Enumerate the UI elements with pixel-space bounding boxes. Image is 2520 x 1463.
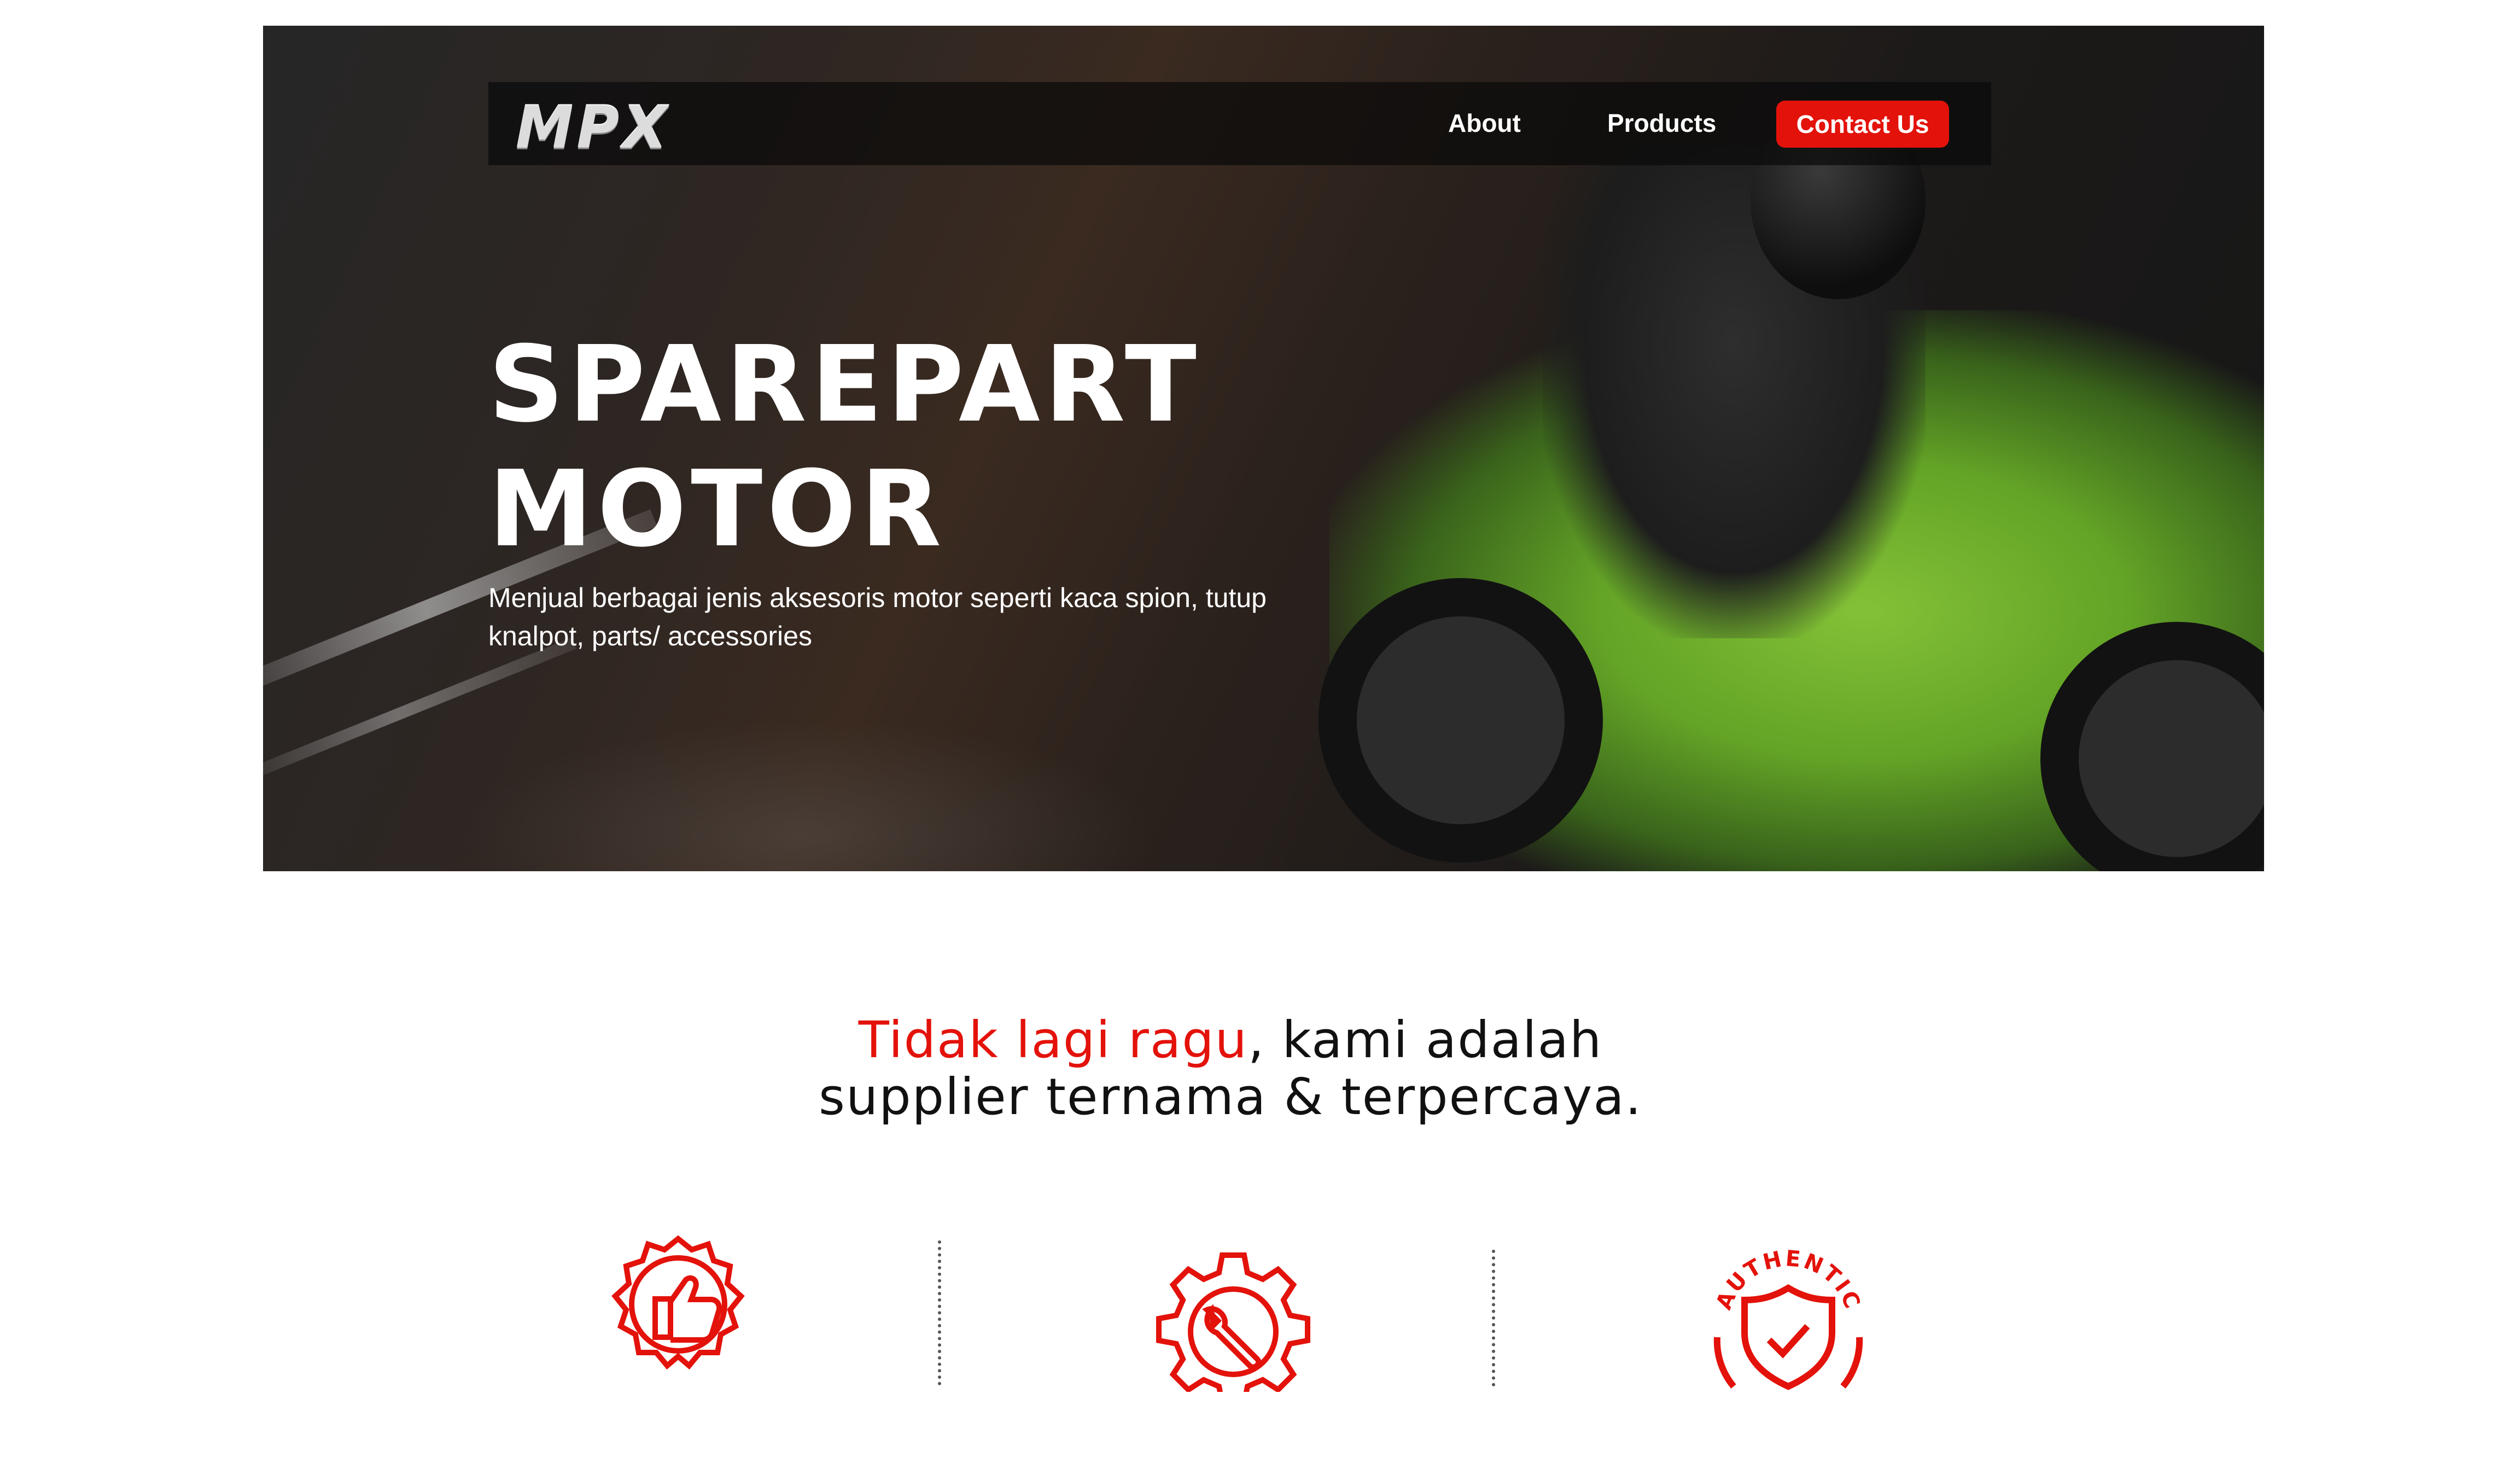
feature-divider — [1492, 1250, 1495, 1386]
tagline-rest: , kami adalah — [1247, 1011, 1603, 1069]
tagline-heading: Tidak lagi ragu, kami adalah supplier te… — [656, 1012, 1805, 1126]
hero-description: Menjual berbagai jenis aksesoris motor s… — [488, 582, 1267, 651]
nav-link-products[interactable]: Products — [1607, 108, 1716, 138]
hero-title: SPAREPART MOTOR — [488, 323, 1201, 572]
authentic-shield-icon: AUTHENTIC — [1695, 1244, 1881, 1392]
hero-title-line1: SPAREPART — [488, 324, 1201, 446]
svg-text:AUTHENTIC: AUTHENTIC — [1711, 1246, 1865, 1314]
tagline-highlight: Tidak lagi ragu — [858, 1011, 1248, 1069]
top-navbar: MPX About Products Contact Us — [488, 82, 1991, 165]
tagline-line2: supplier ternama & terpercaya. — [819, 1068, 1642, 1126]
thumbs-up-badge-icon — [596, 1233, 760, 1386]
brand-logo[interactable]: MPX — [516, 94, 670, 161]
feature-divider — [938, 1240, 941, 1385]
gear-wrench-icon — [1143, 1250, 1323, 1392]
contact-us-button[interactable]: Contact Us — [1776, 101, 1949, 148]
authentic-text: AUTHENTIC — [1711, 1246, 1863, 1314]
rear-wheel-image — [1319, 578, 1603, 862]
nav-link-about[interactable]: About — [1448, 108, 1521, 138]
hero-title-line2: MOTOR — [488, 448, 946, 570]
